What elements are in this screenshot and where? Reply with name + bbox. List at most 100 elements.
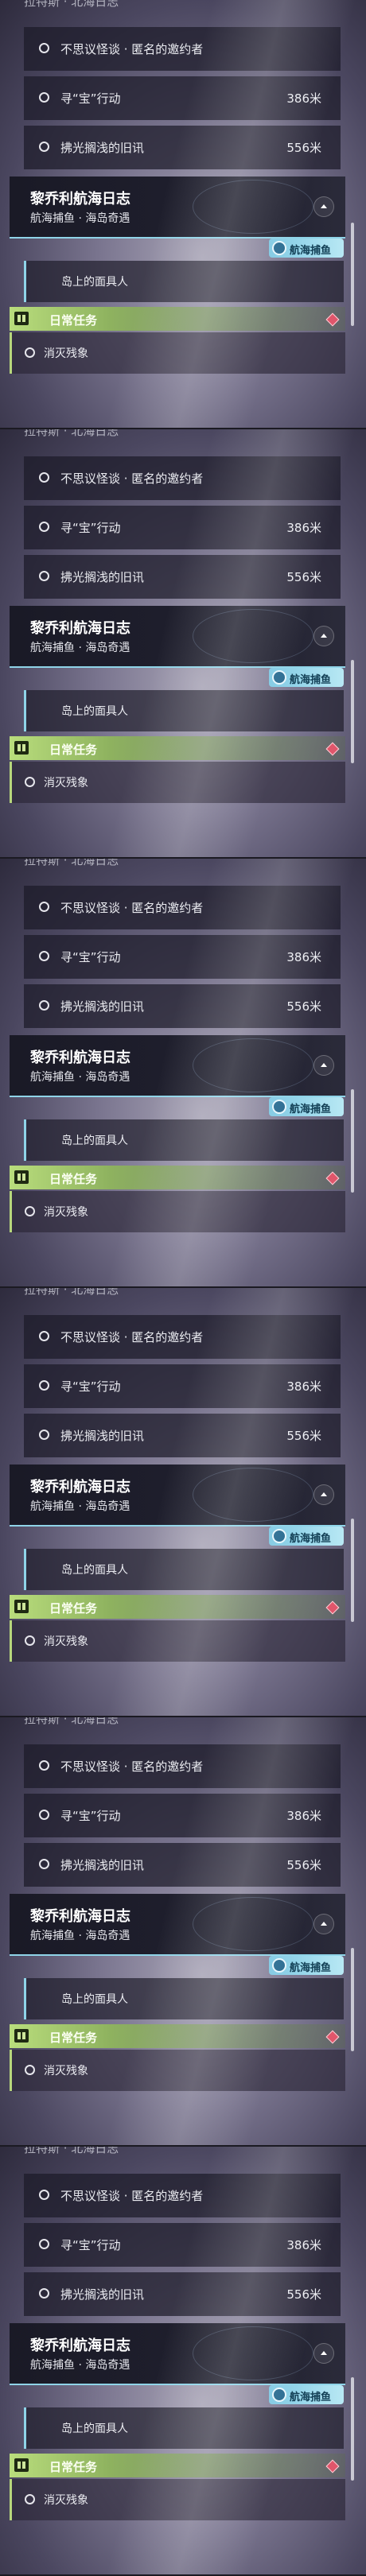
sub-quest-label: 岛上的面具人 xyxy=(61,705,128,718)
quest-item[interactable]: 寻“宝”行动 386米 xyxy=(24,1794,341,1837)
fishing-badge-label: 航海捕鱼 xyxy=(290,674,332,686)
quest-item[interactable]: 不思议怪谈 · 匿名的邀约者 xyxy=(24,886,341,929)
quest-distance: 556米 xyxy=(286,1429,321,1443)
quest-label: 不思议怪谈 · 匿名的邀约者 xyxy=(60,471,204,486)
log-card[interactable]: 黎乔利航海日志 航海捕鱼 · 海岛奇遇 xyxy=(10,177,345,239)
log-card[interactable]: 黎乔利航海日志 航海捕鱼 · 海岛奇遇 xyxy=(10,1035,345,1097)
scrollbar[interactable] xyxy=(351,1519,354,1622)
sub-quest-item[interactable]: 岛上的面具人 xyxy=(24,261,344,302)
scrollbar[interactable] xyxy=(351,2377,354,2481)
daily-task-item[interactable]: 消灭残象 xyxy=(10,1620,345,1662)
fishing-badge[interactable]: 航海捕鱼 xyxy=(269,668,344,687)
quest-item[interactable]: 寻“宝”行动 386米 xyxy=(24,935,341,979)
fishing-badge[interactable]: 航海捕鱼 xyxy=(269,1956,344,1975)
quest-label: 拂光搁浅的旧讯 xyxy=(60,999,145,1014)
sub-quest-item[interactable]: 岛上的面具人 xyxy=(24,1549,344,1590)
quest-item[interactable]: 寻“宝”行动 386米 xyxy=(24,2223,341,2267)
quest-item[interactable]: 寻“宝”行动 386米 xyxy=(24,506,341,549)
daily-task-header[interactable]: 日常任务 xyxy=(10,1595,345,1619)
quest-item[interactable]: 不思议怪谈 · 匿名的邀约者 xyxy=(24,1744,341,1788)
quest-section-title: 拉特斯 · 北海日志 xyxy=(24,2147,119,2155)
sub-quest-label: 岛上的面具人 xyxy=(61,276,128,289)
quest-item[interactable]: 拂光搁浅的旧讯 556米 xyxy=(24,555,341,599)
daily-task-header[interactable]: 日常任务 xyxy=(10,307,345,331)
quest-distance: 556米 xyxy=(286,1858,321,1872)
sub-quest-item[interactable]: 岛上的面具人 xyxy=(24,690,344,731)
quest-item[interactable]: 拂光搁浅的旧讯 556米 xyxy=(24,1414,341,1457)
quest-section-title: 拉特斯 · 北海日志 xyxy=(24,0,119,9)
daily-task-item[interactable]: 消灭残象 xyxy=(10,332,345,374)
daily-task-item[interactable]: 消灭残象 xyxy=(10,2479,345,2520)
log-card[interactable]: 黎乔利航海日志 航海捕鱼 · 海岛奇遇 xyxy=(10,606,345,668)
quest-item[interactable]: 不思议怪谈 · 匿名的邀约者 xyxy=(24,2174,341,2217)
red-gem-icon xyxy=(325,312,340,327)
fishing-badge[interactable]: 航海捕鱼 xyxy=(269,2385,344,2404)
sub-quest-item[interactable]: 岛上的面具人 xyxy=(24,1119,344,1161)
scrollbar[interactable] xyxy=(351,660,354,763)
quest-status-icon xyxy=(39,1859,49,1869)
log-card-title: 黎乔利航海日志 xyxy=(30,191,130,208)
task-status-icon xyxy=(25,347,35,358)
fish-icon xyxy=(272,670,286,685)
quest-label: 不思议怪谈 · 匿名的邀约者 xyxy=(60,1330,204,1344)
red-gem-icon xyxy=(325,742,340,756)
quest-distance: 386米 xyxy=(286,1379,321,1394)
quest-status-icon xyxy=(39,2288,49,2299)
quest-item[interactable]: 不思议怪谈 · 匿名的邀约者 xyxy=(24,1315,341,1359)
daily-task-header[interactable]: 日常任务 xyxy=(10,736,345,760)
log-card[interactable]: 黎乔利航海日志 航海捕鱼 · 海岛奇遇 xyxy=(10,1894,345,1956)
daily-task-label: 消灭残象 xyxy=(44,1206,88,1219)
quest-item[interactable]: 寻“宝”行动 386米 xyxy=(24,1364,341,1408)
map-decoration xyxy=(193,1897,313,1951)
collapse-button[interactable] xyxy=(313,1484,334,1505)
quest-distance: 556米 xyxy=(286,141,321,155)
daily-task-item[interactable]: 消灭残象 xyxy=(10,762,345,803)
daily-task-item[interactable]: 消灭残象 xyxy=(10,1191,345,1232)
daily-task-title: 日常任务 xyxy=(49,2031,98,2045)
collapse-button[interactable] xyxy=(313,1914,334,1934)
daily-task-header[interactable]: 日常任务 xyxy=(10,2024,345,2048)
book-icon xyxy=(14,741,29,755)
quest-item[interactable]: 拂光搁浅的旧讯 556米 xyxy=(24,126,341,169)
quest-status-icon xyxy=(39,522,49,532)
map-decoration xyxy=(193,2326,313,2380)
sub-quest-label: 岛上的面具人 xyxy=(61,1564,128,1577)
quest-label: 不思议怪谈 · 匿名的邀约者 xyxy=(60,1759,204,1774)
scrollbar[interactable] xyxy=(351,1948,354,2051)
quest-item[interactable]: 不思议怪谈 · 匿名的邀约者 xyxy=(24,456,341,500)
scrollbar[interactable] xyxy=(351,223,354,326)
collapse-button[interactable] xyxy=(313,626,334,646)
log-card[interactable]: 黎乔利航海日志 航海捕鱼 · 海岛奇遇 xyxy=(10,1465,345,1527)
quest-label: 拂光搁浅的旧讯 xyxy=(60,1858,145,1872)
quest-panel-screenshot: 拉特斯 · 北海日志 不思议怪谈 · 匿名的邀约者 寻“宝”行动 386米 拂光… xyxy=(0,0,366,429)
daily-task-label: 消灭残象 xyxy=(44,777,88,789)
quest-item[interactable]: 拂光搁浅的旧讯 556米 xyxy=(24,1843,341,1887)
quest-label: 不思议怪谈 · 匿名的邀约者 xyxy=(60,42,204,56)
collapse-button[interactable] xyxy=(313,1055,334,1076)
scrollbar[interactable] xyxy=(351,1089,354,1193)
fishing-badge[interactable]: 航海捕鱼 xyxy=(269,239,344,258)
log-card-subtitle: 航海捕鱼 · 海岛奇遇 xyxy=(30,642,130,654)
quest-panel-screenshot: 拉特斯 · 北海日志 不思议怪谈 · 匿名的邀约者 寻“宝”行动 386米 拂光… xyxy=(0,1717,366,2147)
fishing-badge[interactable]: 航海捕鱼 xyxy=(269,1527,344,1546)
quest-item[interactable]: 不思议怪谈 · 匿名的邀约者 xyxy=(24,27,341,71)
daily-task-header[interactable]: 日常任务 xyxy=(10,1166,345,1189)
fishing-badge[interactable]: 航海捕鱼 xyxy=(269,1097,344,1116)
daily-task-item[interactable]: 消灭残象 xyxy=(10,2050,345,2091)
fish-icon xyxy=(272,2388,286,2402)
collapse-button[interactable] xyxy=(313,196,334,217)
log-card[interactable]: 黎乔利航海日志 航海捕鱼 · 海岛奇遇 xyxy=(10,2323,345,2385)
quest-item[interactable]: 拂光搁浅的旧讯 556米 xyxy=(24,984,341,1028)
task-status-icon xyxy=(25,1206,35,1216)
sub-quest-item[interactable]: 岛上的面具人 xyxy=(24,1978,344,2019)
quest-label: 拂光搁浅的旧讯 xyxy=(60,2287,145,2302)
quest-status-icon xyxy=(39,1331,49,1341)
quest-item[interactable]: 寻“宝”行动 386米 xyxy=(24,76,341,120)
quest-item[interactable]: 拂光搁浅的旧讯 556米 xyxy=(24,2272,341,2316)
red-gem-icon xyxy=(325,1171,340,1185)
sub-quest-item[interactable]: 岛上的面具人 xyxy=(24,2407,344,2449)
daily-task-header[interactable]: 日常任务 xyxy=(10,2454,345,2477)
collapse-button[interactable] xyxy=(313,2343,334,2364)
book-icon xyxy=(14,1170,29,1184)
log-card-title: 黎乔利航海日志 xyxy=(30,2337,130,2354)
